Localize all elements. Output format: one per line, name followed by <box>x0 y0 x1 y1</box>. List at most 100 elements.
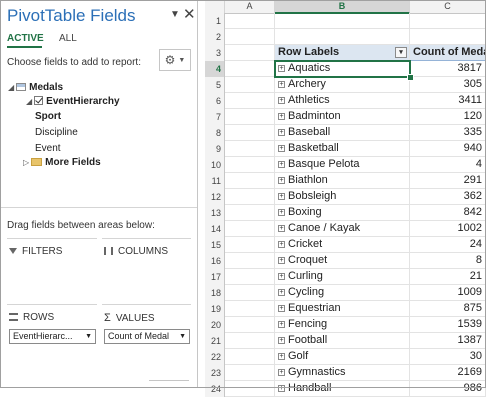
row-header[interactable]: 20 <box>205 317 225 333</box>
select-all-corner[interactable] <box>205 0 225 13</box>
cell[interactable] <box>225 61 275 77</box>
row-header[interactable]: 15 <box>205 237 225 253</box>
row-header[interactable]: 13 <box>205 205 225 221</box>
pivot-row-count[interactable]: 1387 <box>410 333 486 349</box>
pivot-row-label[interactable]: + Equestrian <box>275 301 410 317</box>
worksheet[interactable]: A B C 1 2 3 Row Labels ▾ Count of Medal 4 + Aqua… <box>205 0 486 397</box>
row-header[interactable]: 22 <box>205 349 225 365</box>
expand-plus-icon[interactable]: + <box>278 369 285 376</box>
cell[interactable] <box>225 205 275 221</box>
pivot-row-label[interactable]: + Cricket <box>275 237 410 253</box>
cell[interactable] <box>225 141 275 157</box>
pivot-row-count[interactable]: 3411 <box>410 93 486 109</box>
cell[interactable] <box>225 173 275 189</box>
expand-plus-icon[interactable]: + <box>278 81 285 88</box>
cell[interactable] <box>225 237 275 253</box>
pivot-row-count[interactable]: 4 <box>410 157 486 173</box>
pivot-row-count[interactable]: 1002 <box>410 221 486 237</box>
expand-plus-icon[interactable]: + <box>278 273 285 280</box>
row-header[interactable]: 3 <box>205 45 225 61</box>
pivot-row-count[interactable]: 875 <box>410 301 486 317</box>
expand-plus-icon[interactable]: + <box>278 113 285 120</box>
column-header-b[interactable]: B <box>275 0 410 14</box>
rows-field-dropdown[interactable]: EventHierarc... ▼ <box>9 329 96 344</box>
pivot-row-count[interactable]: 362 <box>410 189 486 205</box>
pivot-row-label[interactable]: + Bobsleigh <box>275 189 410 205</box>
pivot-row-count[interactable]: 842 <box>410 205 486 221</box>
values-area[interactable]: Σ VALUES Count of Medal ▼ <box>102 304 191 381</box>
close-icon[interactable]: ✕ <box>183 5 196 23</box>
pivot-row-label[interactable]: + Croquet <box>275 253 410 269</box>
fill-handle[interactable] <box>407 74 414 81</box>
cell[interactable] <box>225 333 275 349</box>
pivot-row-count[interactable]: 3817 <box>410 61 486 77</box>
row-header[interactable]: 24 <box>205 381 225 397</box>
expand-plus-icon[interactable]: + <box>278 353 285 360</box>
row-header[interactable]: 9 <box>205 141 225 157</box>
cell[interactable] <box>225 381 275 397</box>
pivot-row-count[interactable]: 8 <box>410 253 486 269</box>
pivot-row-label[interactable]: + Aquatics <box>275 61 410 77</box>
pivot-row-label[interactable]: + Archery <box>275 77 410 93</box>
row-header[interactable]: 10 <box>205 157 225 173</box>
pivot-row-count[interactable]: 2169 <box>410 365 486 381</box>
pivot-row-count[interactable]: 21 <box>410 269 486 285</box>
pivot-row-label[interactable]: + Fencing <box>275 317 410 333</box>
pivot-row-count[interactable]: 30 <box>410 349 486 365</box>
cell[interactable] <box>410 29 486 45</box>
cell[interactable] <box>225 221 275 237</box>
row-header[interactable]: 16 <box>205 253 225 269</box>
pivot-row-count[interactable]: 940 <box>410 141 486 157</box>
pivot-row-count[interactable]: 1009 <box>410 285 486 301</box>
pivot-row-label[interactable]: + Basque Pelota <box>275 157 410 173</box>
cell[interactable] <box>225 365 275 381</box>
cell[interactable] <box>225 93 275 109</box>
row-header[interactable]: 4 <box>205 61 225 77</box>
pivot-row-label[interactable]: + Football <box>275 333 410 349</box>
field-more-fields[interactable]: ▷ More Fields <box>23 157 101 168</box>
cell[interactable] <box>225 13 275 29</box>
cell[interactable] <box>410 13 486 29</box>
pivot-row-label[interactable]: + Badminton <box>275 109 410 125</box>
cell[interactable] <box>225 189 275 205</box>
filter-dropdown-icon[interactable]: ▾ <box>395 47 407 58</box>
expand-plus-icon[interactable]: + <box>278 289 285 296</box>
row-header[interactable]: 23 <box>205 365 225 381</box>
row-labels-header[interactable]: Row Labels ▾ <box>275 45 410 61</box>
pivot-row-label[interactable]: + Golf <box>275 349 410 365</box>
cell[interactable] <box>275 29 410 45</box>
row-header[interactable]: 7 <box>205 109 225 125</box>
collapse-triangle-icon[interactable]: ◢ <box>26 97 32 106</box>
pivot-row-label[interactable]: + Boxing <box>275 205 410 221</box>
row-header[interactable]: 6 <box>205 93 225 109</box>
pivot-row-label[interactable]: + Gymnastics <box>275 365 410 381</box>
row-header[interactable]: 12 <box>205 189 225 205</box>
expand-plus-icon[interactable]: + <box>278 321 285 328</box>
pivot-row-label[interactable]: + Athletics <box>275 93 410 109</box>
collapse-triangle-icon[interactable]: ◢ <box>8 83 14 92</box>
row-header[interactable]: 11 <box>205 173 225 189</box>
pivot-row-label[interactable]: + Cycling <box>275 285 410 301</box>
column-header-a[interactable]: A <box>225 0 275 13</box>
row-header[interactable]: 21 <box>205 333 225 349</box>
pivot-row-count[interactable]: 291 <box>410 173 486 189</box>
pivot-row-label[interactable]: + Basketball <box>275 141 410 157</box>
field-level-event[interactable]: Event <box>35 143 61 154</box>
row-header[interactable]: 1 <box>205 13 225 29</box>
checkbox-checked[interactable] <box>34 96 44 105</box>
cell[interactable] <box>225 301 275 317</box>
rows-area[interactable]: ROWS EventHierarc... ▼ <box>7 304 97 381</box>
pivot-row-label[interactable]: + Curling <box>275 269 410 285</box>
expand-plus-icon[interactable]: + <box>278 305 285 312</box>
field-list-settings-button[interactable]: ⚙ ▼ <box>159 49 191 71</box>
row-header[interactable]: 2 <box>205 29 225 45</box>
values-field-dropdown[interactable]: Count of Medal ▼ <box>104 329 190 344</box>
row-header[interactable]: 18 <box>205 285 225 301</box>
cell[interactable] <box>275 13 410 29</box>
expand-plus-icon[interactable]: + <box>278 65 285 72</box>
cell[interactable] <box>225 45 275 61</box>
tab-all[interactable]: ALL <box>59 33 77 44</box>
pivot-row-count[interactable]: 986 <box>410 381 486 397</box>
filters-area[interactable]: FILTERS <box>7 238 97 305</box>
row-header[interactable]: 8 <box>205 125 225 141</box>
